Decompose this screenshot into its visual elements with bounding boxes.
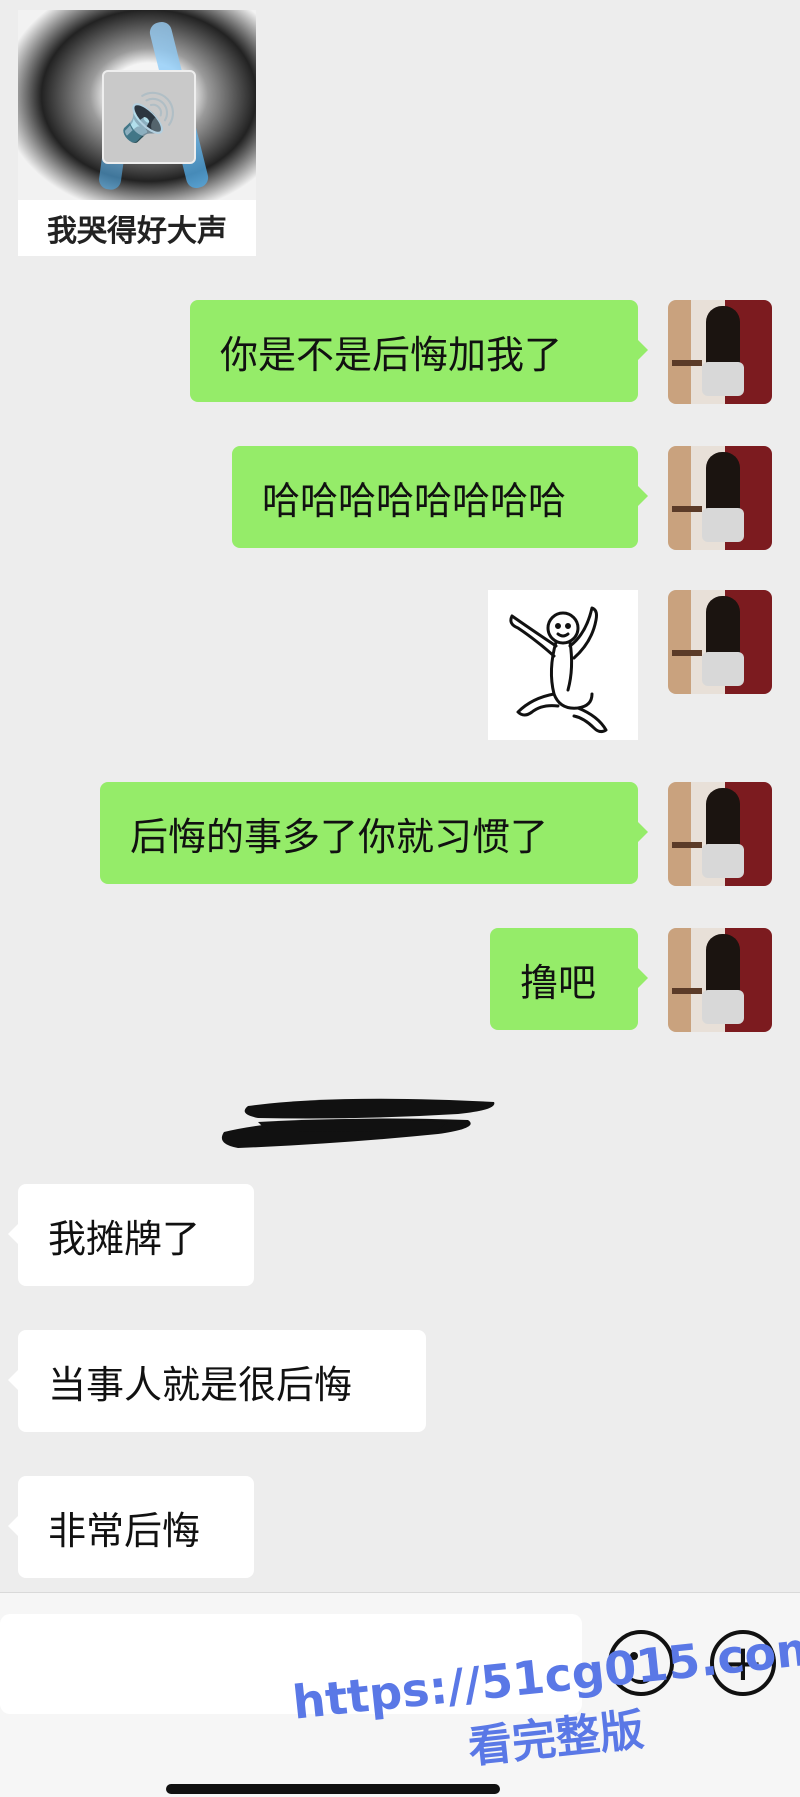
message-text: 哈哈哈哈哈哈哈哈 bbox=[262, 478, 567, 523]
monkey-sticker-icon bbox=[509, 606, 608, 734]
message-text: 撸吧 bbox=[520, 960, 597, 1005]
sticker-caption: 我哭得好大声 bbox=[47, 214, 227, 249]
message-text: 后悔的事多了你就习惯了 bbox=[130, 814, 549, 859]
incoming-message[interactable]: 我摊牌了 bbox=[8, 1184, 254, 1286]
outgoing-message[interactable]: 后悔的事多了你就习惯了 bbox=[100, 782, 648, 884]
redaction-scribble bbox=[221, 1098, 495, 1148]
speaker-icon: 🔊 bbox=[102, 70, 196, 164]
avatar[interactable] bbox=[668, 590, 772, 694]
incoming-message[interactable]: 当事人就是很后悔 bbox=[8, 1330, 426, 1432]
avatar[interactable] bbox=[668, 446, 772, 550]
message-text: 非常后悔 bbox=[48, 1508, 201, 1553]
message-text: 你是不是后悔加我了 bbox=[220, 332, 563, 377]
outgoing-message[interactable]: 你是不是后悔加我了 bbox=[190, 300, 648, 402]
message-text: 当事人就是很后悔 bbox=[48, 1362, 353, 1407]
avatar[interactable] bbox=[668, 782, 772, 886]
outgoing-message[interactable]: 撸吧 bbox=[490, 928, 648, 1030]
received-sticker-crying[interactable]: 🔊 我哭得好大声 bbox=[18, 10, 256, 256]
sent-sticker-dancing-monkey[interactable] bbox=[488, 590, 638, 740]
incoming-message[interactable]: 非常后悔 bbox=[8, 1476, 254, 1578]
sticker-image: 🔊 bbox=[18, 10, 256, 200]
message-text: 我摊牌了 bbox=[48, 1216, 201, 1261]
avatar[interactable] bbox=[668, 300, 772, 404]
outgoing-message[interactable]: 哈哈哈哈哈哈哈哈 bbox=[232, 446, 648, 548]
avatar[interactable] bbox=[668, 928, 772, 1032]
home-indicator bbox=[166, 1784, 500, 1794]
